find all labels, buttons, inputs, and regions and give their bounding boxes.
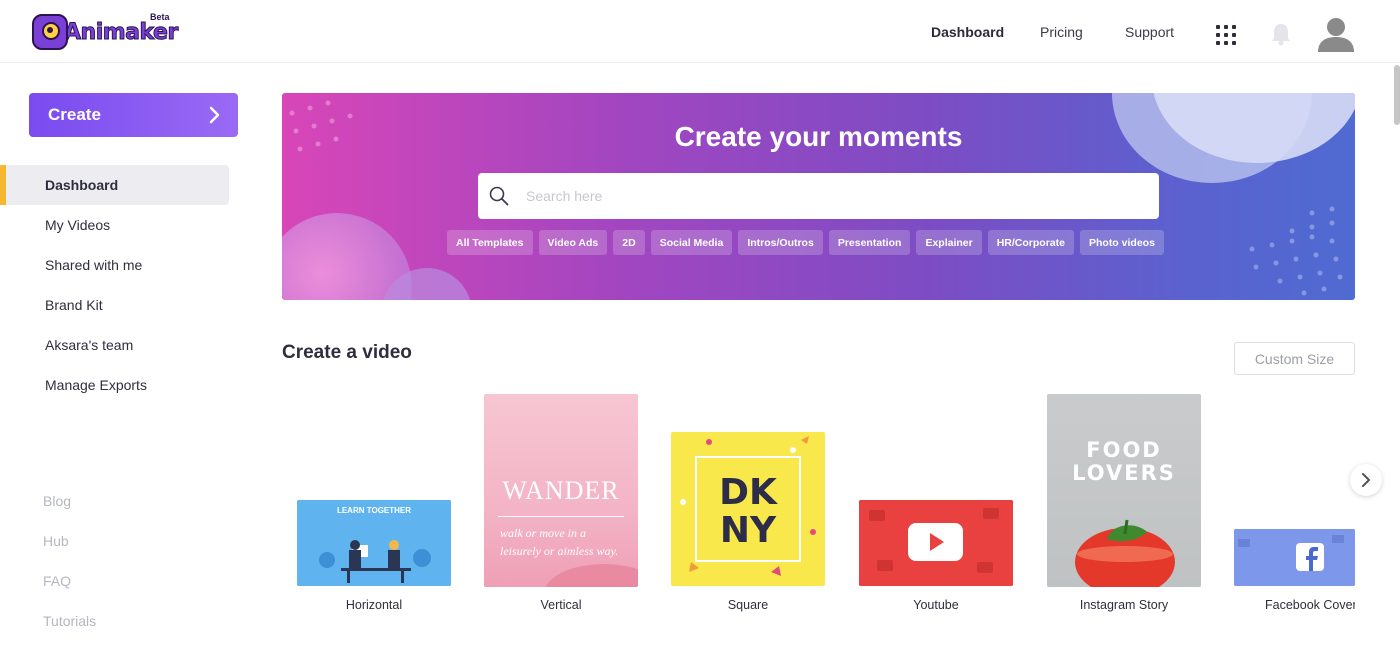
sidebar-item-my-videos[interactable]: My Videos: [0, 205, 229, 245]
youtube-play-icon: [859, 500, 1013, 586]
nav-pricing-link[interactable]: Pricing: [1040, 24, 1083, 40]
beta-badge: Beta: [150, 12, 170, 22]
square-template-card[interactable]: DK NY: [671, 432, 825, 586]
nav-dashboard-link[interactable]: Dashboard: [931, 24, 1004, 40]
chip-explainer[interactable]: Explainer: [916, 230, 982, 255]
chip-intros-outros[interactable]: Intros/Outros: [738, 230, 823, 255]
sidebar-item-brand-kit[interactable]: Brand Kit: [0, 285, 229, 325]
card-label-vertical: Vertical: [540, 598, 582, 612]
sidebar-link-blog[interactable]: Blog: [43, 493, 71, 509]
instagram-story-template-card[interactable]: FOOD LOVERS: [1047, 394, 1201, 587]
chip-video-ads[interactable]: Video Ads: [538, 230, 608, 255]
carousel-next-button[interactable]: [1350, 464, 1382, 496]
chip-presentation[interactable]: Presentation: [828, 230, 911, 255]
hero-banner: Create your moments All Templates Video …: [282, 93, 1355, 300]
chip-all-templates[interactable]: All Templates: [447, 230, 533, 255]
search-box[interactable]: [478, 173, 1159, 219]
logo-mascot-icon: [32, 14, 68, 50]
card-label-facebook-cover: Facebook Cover: [1265, 598, 1355, 612]
custom-size-button[interactable]: Custom Size: [1234, 342, 1355, 375]
chip-social-media[interactable]: Social Media: [650, 230, 733, 255]
sidebar-item-label: Brand Kit: [45, 297, 103, 313]
user-avatar-icon[interactable]: [1316, 14, 1356, 54]
card-label-square: Square: [727, 598, 769, 612]
sidebar-item-manage-exports[interactable]: Manage Exports: [0, 365, 229, 405]
sidebar-item-label: Dashboard: [45, 177, 119, 193]
card-label-instagram-story: Instagram Story: [1079, 598, 1169, 612]
animaker-logo[interactable]: Animaker Beta: [32, 12, 179, 52]
section-title: Create a video: [282, 342, 412, 363]
hero-title: Create your moments: [674, 121, 963, 152]
decorative-dots: [1249, 206, 1343, 296]
chevron-right-icon: [209, 106, 220, 124]
sidebar-link-faq[interactable]: FAQ: [43, 573, 71, 589]
logo-text: Animaker: [64, 19, 179, 45]
chip-photo-videos[interactable]: Photo videos: [1079, 230, 1164, 255]
sidebar-link-hub[interactable]: Hub: [43, 533, 69, 549]
notification-bell-icon[interactable]: [1270, 22, 1292, 46]
search-icon: [489, 186, 509, 206]
sidebar-item-label: Shared with me: [45, 257, 143, 273]
apps-grid-icon[interactable]: [1216, 25, 1236, 45]
sidebar-item-dashboard[interactable]: Dashboard: [0, 165, 229, 205]
vertical-card-decoration: [544, 564, 638, 587]
sidebar-item-shared-with-me[interactable]: Shared with me: [0, 245, 229, 285]
template-category-chips: All Templates Video Ads 2D Social Media …: [447, 230, 1164, 255]
square-card-confetti: [680, 436, 816, 576]
sidebar-link-tutorials[interactable]: Tutorials: [43, 613, 96, 629]
vertical-card-art-subtitle: walk or move in a leisurely or aimless w…: [500, 526, 619, 558]
sidebar-item-label: Manage Exports: [45, 377, 147, 393]
card-label-youtube: Youtube: [913, 598, 959, 612]
sidebar-item-team[interactable]: Aksara's team: [0, 325, 229, 365]
chevron-right-icon: [1362, 473, 1370, 487]
create-button[interactable]: Create: [29, 93, 238, 137]
vertical-card-art-title: WANDER: [502, 476, 620, 505]
tomato-illustration: [1075, 519, 1175, 587]
card-label-horizontal: Horizontal: [345, 598, 403, 612]
sidebar-item-label: Aksara's team: [45, 337, 134, 353]
nav-support-link[interactable]: Support: [1125, 24, 1174, 40]
page-scrollbar[interactable]: [1394, 65, 1400, 125]
facebook-cover-template-card[interactable]: [1234, 529, 1355, 586]
horizontal-card-art-text: LEARN TOGETHER: [336, 506, 412, 515]
chip-2d[interactable]: 2D: [613, 230, 645, 255]
chip-hr-corporate[interactable]: HR/Corporate: [987, 230, 1074, 255]
youtube-template-card[interactable]: [859, 500, 1013, 586]
sidebar-item-label: My Videos: [45, 217, 111, 233]
vertical-template-card[interactable]: WANDER walk or move in a leisurely or ai…: [484, 394, 638, 587]
search-input[interactable]: [526, 173, 1146, 219]
vertical-card-divider: [498, 516, 624, 517]
create-button-label: Create: [48, 105, 101, 124]
top-navbar: Animaker Beta Dashboard Pricing Support: [0, 0, 1400, 63]
facebook-logo-icon: [1234, 529, 1355, 586]
horizontal-template-card[interactable]: LEARN TOGETHER: [297, 500, 451, 586]
